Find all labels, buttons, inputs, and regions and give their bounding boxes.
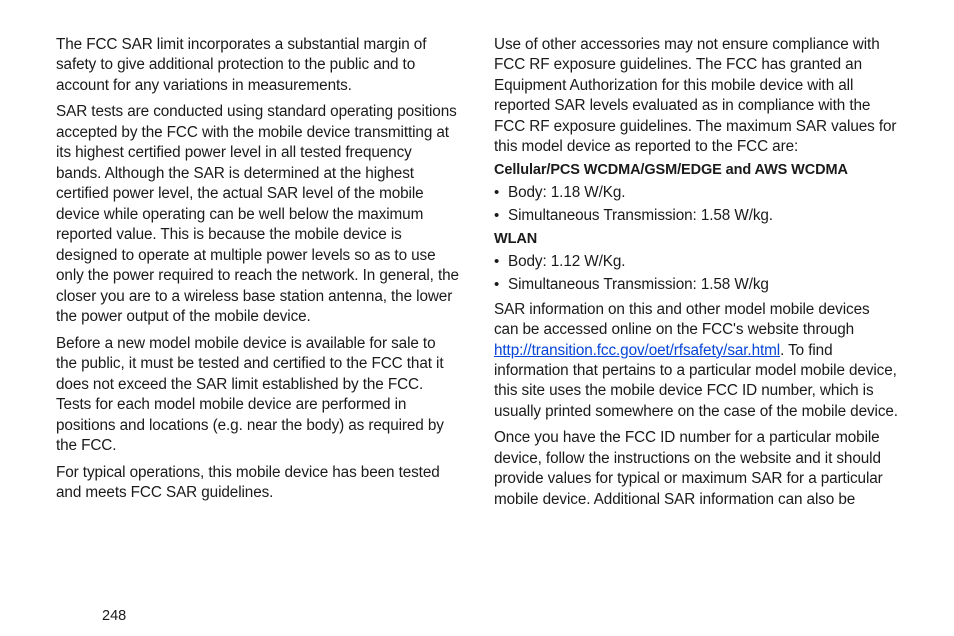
text-before-link: SAR information on this and other model … [494, 301, 870, 338]
list-item: Simultaneous Transmission: 1.58 W/kg [494, 274, 898, 295]
paragraph: SAR tests are conducted using standard o… [56, 102, 460, 327]
bullet-list: Body: 1.18 W/Kg. Simultaneous Transmissi… [494, 182, 898, 227]
list-item: Body: 1.12 W/Kg. [494, 251, 898, 272]
list-item: Body: 1.18 W/Kg. [494, 182, 898, 203]
paragraph-with-link: SAR information on this and other model … [494, 300, 898, 423]
paragraph: The FCC SAR limit incorporates a substan… [56, 35, 460, 96]
bullet-list: Body: 1.12 W/Kg. Simultaneous Transmissi… [494, 251, 898, 296]
two-column-layout: The FCC SAR limit incorporates a substan… [56, 35, 898, 516]
paragraph: Once you have the FCC ID number for a pa… [494, 428, 898, 510]
right-column: Use of other accessories may not ensure … [494, 35, 898, 516]
paragraph: Before a new model mobile device is avai… [56, 334, 460, 457]
list-item: Simultaneous Transmission: 1.58 W/kg. [494, 205, 898, 226]
paragraph: For typical operations, this mobile devi… [56, 463, 460, 504]
left-column: The FCC SAR limit incorporates a substan… [56, 35, 460, 516]
page-number: 248 [102, 608, 126, 624]
paragraph: Use of other accessories may not ensure … [494, 35, 898, 158]
section-heading-cellular: Cellular/PCS WCDMA/GSM/EDGE and AWS WCDM… [494, 162, 898, 178]
fcc-sar-link[interactable]: http://transition.fcc.gov/oet/rfsafety/s… [494, 342, 780, 359]
section-heading-wlan: WLAN [494, 231, 898, 247]
